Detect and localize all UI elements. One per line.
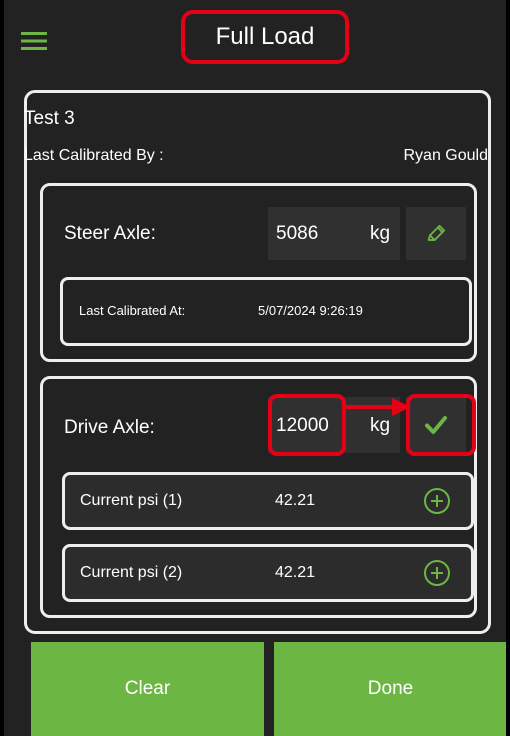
pressure-1-label: Current psi (1): [80, 492, 183, 509]
confirm-drive-axle-button[interactable]: [406, 397, 466, 453]
plus-circle-icon[interactable]: [423, 487, 451, 515]
page-title: Full Load: [215, 23, 315, 50]
clear-button[interactable]: Clear: [31, 642, 264, 736]
test-name: Test 3: [24, 108, 75, 129]
drive-axle-label: Drive Axle:: [64, 417, 155, 438]
steer-axle-weight-value: 5086: [276, 223, 319, 244]
steer-axle-label: Steer Axle:: [64, 223, 156, 244]
drive-axle-weight-value: 12000: [276, 415, 329, 436]
pressure-row-1: Current psi (1) 42.21: [62, 472, 474, 530]
last-calibrated-at-value: 5/07/2024 9:26:19: [258, 303, 363, 318]
last-calibrated-by-value: Ryan Gould: [403, 147, 489, 164]
menu-button[interactable]: [14, 24, 54, 58]
checkmark-icon: [425, 416, 447, 434]
edit-steer-axle-button[interactable]: [406, 207, 466, 260]
last-calibrated-at-box: Last Calibrated At: 5/07/2024 9:26:19: [60, 277, 472, 346]
last-calibrated-at-label: Last Calibrated At:: [79, 303, 186, 318]
pencil-edit-icon: [427, 224, 446, 241]
done-button[interactable]: Done: [274, 642, 506, 736]
last-calibrated-by-label: Last Calibrated By :: [24, 147, 164, 164]
pressure-2-label: Current psi (2): [80, 564, 183, 581]
hamburger-menu-icon: [21, 32, 47, 50]
plus-circle-icon[interactable]: [423, 559, 451, 587]
annotation-arrow-icon: [344, 398, 411, 416]
pressure-row-2: Current psi (2) 42.21: [62, 544, 474, 602]
app-screen: Full Load Test 3 Last Calibrated By : Ry…: [4, 0, 506, 736]
pressure-1-value: 42.21: [275, 492, 316, 509]
page-title-highlight: Full Load: [181, 10, 349, 64]
app-header: Full Load: [4, 0, 506, 74]
steer-axle-weight-field[interactable]: 5086 kg: [268, 207, 400, 260]
pressure-2-value: 42.21: [275, 564, 316, 581]
steer-axle-unit: kg: [370, 223, 391, 244]
